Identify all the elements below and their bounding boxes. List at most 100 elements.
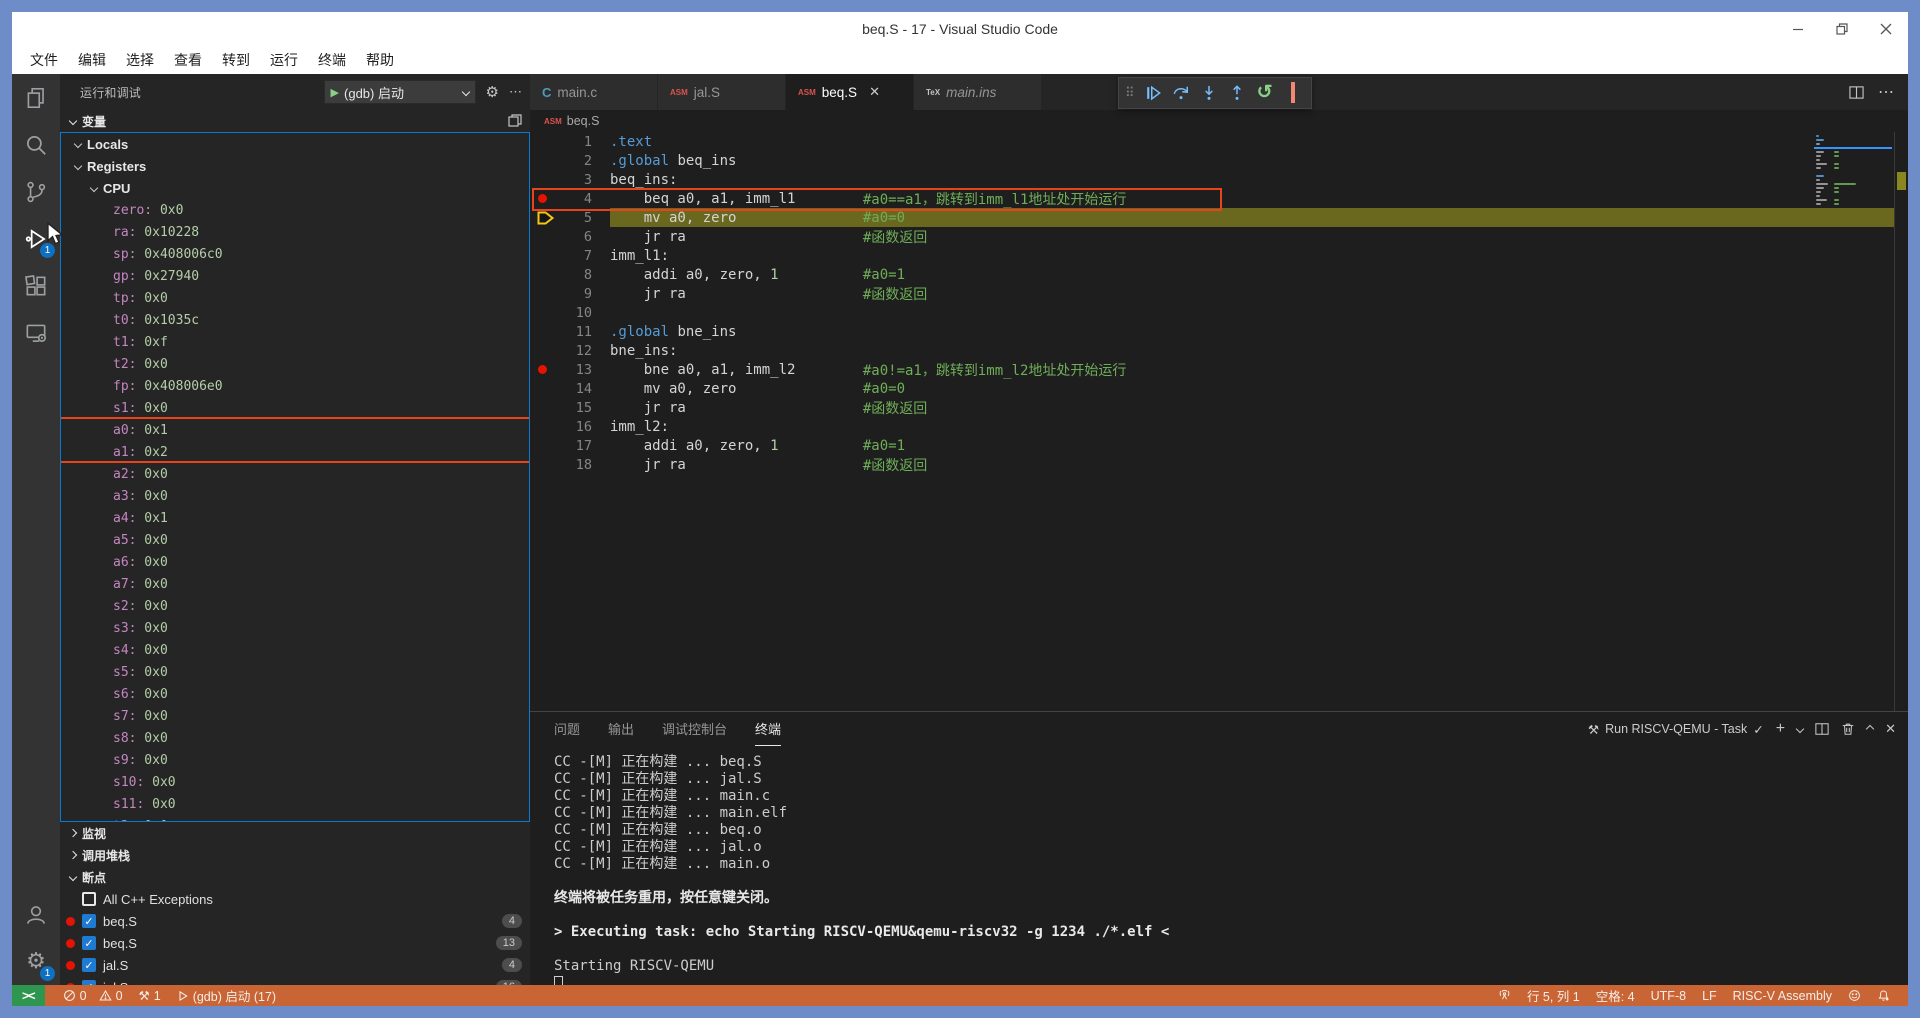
gutter[interactable]: 7	[530, 246, 610, 265]
gutter[interactable]: 14	[530, 379, 610, 398]
code-line-9[interactable]: 9 jr ra#函数返回	[530, 284, 1908, 303]
stop-button[interactable]	[1281, 80, 1305, 106]
breakpoint-checkbox[interactable]: ✓	[82, 914, 96, 928]
tree-item-cpu[interactable]: CPU	[61, 177, 529, 199]
menu-item-运行[interactable]: 运行	[260, 46, 308, 74]
register-row-sp[interactable]: sp: 0x408006c0	[61, 243, 529, 265]
panel-tab-输出[interactable]: 输出	[608, 712, 634, 746]
code-line-13[interactable]: 13 bne a0, a1, imm_l2#a0!=a1，跳转到imm_l2地址…	[530, 360, 1908, 379]
more-actions-icon[interactable]: ⋯	[509, 84, 522, 100]
gutter[interactable]: 16	[530, 417, 610, 436]
close-panel-icon[interactable]: ✕	[1885, 721, 1896, 737]
code-line-8[interactable]: 8 addi a0, zero, 1#a0=1	[530, 265, 1908, 284]
maximize-panel-icon[interactable]	[1866, 725, 1874, 733]
running-tasks-status[interactable]: ⚒1	[131, 988, 169, 1003]
breakpoint-checkbox[interactable]: ✓	[82, 936, 96, 950]
code-line-18[interactable]: 18 jr ra#函数返回	[530, 455, 1908, 474]
gutter[interactable]: 15	[530, 398, 610, 417]
status-notifications[interactable]	[1869, 989, 1898, 1002]
register-row-t3[interactable]: t3: 0x0	[61, 815, 529, 822]
toolbar-drag-handle[interactable]: ⠿	[1125, 85, 1135, 101]
breadcrumb[interactable]: ASM beq.S	[530, 110, 1908, 132]
register-row-s8[interactable]: s8: 0x0	[61, 727, 529, 749]
variables-section-header[interactable]: 变量	[60, 110, 530, 132]
breakpoints-section-header[interactable]: 断点	[60, 866, 530, 888]
breakpoint-checkbox[interactable]: ✓	[82, 958, 96, 972]
status-cursor-position[interactable]: 行 5, 列 1	[1519, 986, 1588, 1005]
activity-item-run-and-debug[interactable]: 1	[12, 215, 60, 262]
register-row-a4[interactable]: a4: 0x1	[61, 507, 529, 529]
register-row-a3[interactable]: a3: 0x0	[61, 485, 529, 507]
breakpoint-row-1[interactable]: ✓beq.S13	[60, 932, 530, 954]
register-row-tp[interactable]: tp: 0x0	[61, 287, 529, 309]
register-row-s3[interactable]: s3: 0x0	[61, 617, 529, 639]
gutter[interactable]: 10	[530, 303, 610, 322]
code-line-4[interactable]: 4 beq a0, a1, imm_l1#a0==a1，跳转到imm_l1地址处…	[530, 189, 1908, 208]
code-line-14[interactable]: 14 mv a0, zero#a0=0	[530, 379, 1908, 398]
gutter[interactable]: 3	[530, 170, 610, 189]
register-row-s5[interactable]: s5: 0x0	[61, 661, 529, 683]
register-row-fp[interactable]: fp: 0x408006e0	[61, 375, 529, 397]
debug-session-status[interactable]: (gdb) 启动 (17)	[169, 986, 284, 1005]
tree-item-registers[interactable]: Registers	[61, 155, 529, 177]
breakpoint-checkbox[interactable]: ✓	[82, 980, 96, 985]
breakpoint-row-0[interactable]: ✓beq.S4	[60, 910, 530, 932]
register-row-a6[interactable]: a6: 0x0	[61, 551, 529, 573]
register-row-a5[interactable]: a5: 0x0	[61, 529, 529, 551]
menu-item-帮助[interactable]: 帮助	[356, 46, 404, 74]
tab-beq.S[interactable]: ASMbeq.S✕	[786, 74, 914, 110]
register-row-s9[interactable]: s9: 0x0	[61, 749, 529, 771]
status-language[interactable]: RISC-V Assembly	[1725, 989, 1840, 1003]
status-ports[interactable]	[1490, 989, 1519, 1002]
register-row-s6[interactable]: s6: 0x0	[61, 683, 529, 705]
menu-item-选择[interactable]: 选择	[116, 46, 164, 74]
register-row-a7[interactable]: a7: 0x0	[61, 573, 529, 595]
gutter[interactable]: 6	[530, 227, 610, 246]
register-row-s7[interactable]: s7: 0x0	[61, 705, 529, 727]
register-row-s1[interactable]: s1: 0x0	[61, 397, 529, 419]
panel-tab-问题[interactable]: 问题	[554, 712, 580, 746]
register-row-s11[interactable]: s11: 0x0	[61, 793, 529, 815]
chevron-down-icon[interactable]	[1796, 725, 1804, 733]
code-line-11[interactable]: 11.global bne_ins	[530, 322, 1908, 341]
gutter[interactable]: 9	[530, 284, 610, 303]
tab-main.ins[interactable]: TeXmain.ins	[914, 74, 1042, 110]
register-row-a0[interactable]: a0: 0x1	[61, 419, 529, 441]
panel-tab-终端[interactable]: 终端	[755, 712, 781, 746]
gutter[interactable]: 5	[530, 208, 610, 227]
register-row-a1[interactable]: a1: 0x2	[61, 441, 529, 463]
editor-scrollbar[interactable]	[1894, 132, 1908, 711]
code-line-6[interactable]: 6 jr ra#函数返回	[530, 227, 1908, 246]
activity-item-remote-explorer[interactable]	[12, 309, 60, 356]
menu-item-文件[interactable]: 文件	[20, 46, 68, 74]
code-editor[interactable]: 1.text2.global beq_ins3beq_ins:4 beq a0,…	[530, 132, 1908, 711]
gutter[interactable]: 4	[530, 189, 610, 208]
problems-status[interactable]: 00	[55, 989, 131, 1003]
menu-item-编辑[interactable]: 编辑	[68, 46, 116, 74]
minimap[interactable]	[1814, 134, 1892, 206]
continue-button[interactable]	[1141, 80, 1165, 106]
code-line-3[interactable]: 3beq_ins:	[530, 170, 1908, 189]
watch-section-header[interactable]: 监视	[60, 822, 530, 844]
exceptions-checkbox[interactable]	[82, 892, 96, 906]
restart-button[interactable]: ↺	[1253, 80, 1277, 106]
menu-item-转到[interactable]: 转到	[212, 46, 260, 74]
menu-item-终端[interactable]: 终端	[308, 46, 356, 74]
close-tab-icon[interactable]: ✕	[869, 84, 880, 100]
split-editor-icon[interactable]	[1849, 85, 1864, 100]
step-over-button[interactable]	[1169, 80, 1193, 106]
breakpoint-dot[interactable]	[538, 365, 547, 374]
gutter[interactable]: 8	[530, 265, 610, 284]
task-selector[interactable]: ⚒ Run RISCV-QEMU - Task ✓	[1588, 722, 1764, 737]
register-row-gp[interactable]: gp: 0x27940	[61, 265, 529, 287]
debug-settings-gear-icon[interactable]: ⚙	[486, 85, 499, 100]
activity-item-explorer[interactable]	[12, 74, 60, 121]
code-line-16[interactable]: 16imm_l2:	[530, 417, 1908, 436]
gutter[interactable]: 1	[530, 132, 610, 151]
code-line-10[interactable]: 10	[530, 303, 1908, 322]
gutter[interactable]: 13	[530, 360, 610, 379]
launch-config-dropdown[interactable]: ▶ (gdb) 启动	[324, 80, 476, 104]
step-out-button[interactable]	[1225, 80, 1249, 106]
register-row-s4[interactable]: s4: 0x0	[61, 639, 529, 661]
kill-terminal-icon[interactable]	[1841, 722, 1855, 736]
